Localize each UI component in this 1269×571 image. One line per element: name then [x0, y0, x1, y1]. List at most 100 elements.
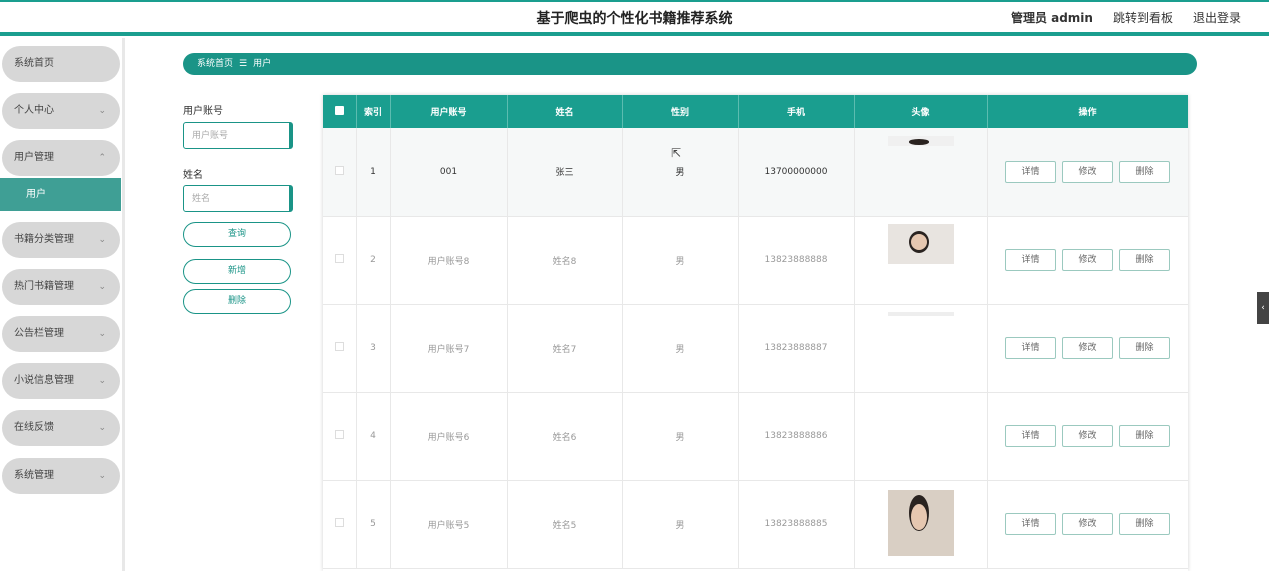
chevron-down-icon: ⌄ [98, 106, 106, 116]
avatar [887, 311, 954, 316]
row-delete-button[interactable]: 删除 [1119, 160, 1170, 183]
avatar-face [911, 233, 928, 250]
row-delete-button[interactable]: 删除 [1119, 425, 1170, 447]
header-account: 用户账号 [390, 95, 508, 128]
cell-actions: 详情 修改 删除 [987, 480, 1188, 569]
checkbox-icon[interactable] [334, 254, 344, 263]
avatar-image [909, 139, 930, 145]
cell-name: 张三 [507, 128, 623, 217]
sidebar: 系统首页 个人中心 ⌄ 用户管理 ⌃ 用户 书籍分类管理 ⌄ 热门书籍管理 ⌄ 公告栏管… [0, 38, 125, 571]
sidebar-item-feedback[interactable]: 在线反馈 ⌄ [2, 410, 120, 446]
row-delete-button[interactable]: 删除 [1119, 249, 1170, 271]
avatar [887, 489, 954, 556]
header-index: 索引 [356, 95, 391, 128]
cell-name: 姓名6 [507, 392, 623, 481]
sidebar-item-home[interactable]: 系统首页 [2, 46, 120, 82]
sidebar-item-book-category[interactable]: 书籍分类管理 ⌄ [2, 222, 120, 258]
chevron-down-icon: ⌄ [98, 329, 106, 339]
query-button[interactable]: 查询 [183, 222, 291, 247]
sidebar-item-system[interactable]: 系统管理 ⌄ [2, 458, 120, 494]
sidebar-item-hot-books[interactable]: 热门书籍管理 ⌄ [2, 269, 120, 305]
cell-actions: 详情 修改 删除 [987, 392, 1188, 481]
cell-gender: 男 [622, 216, 739, 305]
cell-avatar [854, 480, 988, 569]
row-delete-button[interactable]: 删除 [1119, 337, 1170, 359]
checkbox-icon[interactable] [334, 165, 344, 175]
detail-button[interactable]: 详情 [1005, 425, 1056, 447]
sidebar-item-label: 小说信息管理 [14, 375, 74, 386]
logout-link[interactable]: 退出登录 [1193, 9, 1241, 26]
breadcrumb-home[interactable]: 系统首页 [197, 59, 233, 69]
top-bar: 基于爬虫的个性化书籍推荐系统 管理员 admin 跳转到看板 退出登录 [0, 0, 1269, 36]
detail-button[interactable]: 详情 [1005, 513, 1056, 535]
cell-phone: 13823888885 [738, 480, 855, 569]
detail-button[interactable]: 详情 [1005, 337, 1056, 359]
sidebar-item-label: 公告栏管理 [14, 328, 64, 339]
chevron-down-icon: ⌄ [98, 423, 106, 433]
row-delete-button[interactable]: 删除 [1119, 513, 1170, 535]
sidebar-subitem-users[interactable]: 用户 [0, 178, 121, 211]
edit-button[interactable]: 修改 [1062, 160, 1113, 183]
cell-account: 用户账号5 [390, 480, 508, 569]
cell-avatar [854, 392, 988, 481]
breadcrumb-current: 用户 [253, 59, 272, 69]
sidebar-item-announcements[interactable]: 公告栏管理 ⌄ [2, 316, 120, 352]
detail-button[interactable]: 详情 [1005, 249, 1056, 271]
cell-phone: 13823888887 [738, 304, 855, 393]
cell-account: 用户账号6 [390, 392, 508, 481]
collapse-tab-chevron-icon[interactable]: ‹ [1257, 292, 1269, 324]
sidebar-item-label: 书籍分类管理 [14, 234, 74, 245]
admin-label: 管理员 admin [1010, 11, 1093, 25]
cell-index: 1 [356, 128, 391, 217]
table-row: 2 用户账号8 姓名8 男 13823888888 详情 修改 删除 [323, 216, 1188, 305]
account-search-input[interactable] [183, 122, 293, 149]
cell-avatar [854, 128, 988, 217]
checkbox-icon[interactable] [334, 518, 344, 527]
checkbox-icon[interactable] [334, 430, 344, 439]
cell-name: 姓名7 [507, 304, 623, 393]
row-select[interactable] [323, 304, 357, 393]
cell-account: 用户账号8 [390, 216, 508, 305]
name-label: 姓名 [183, 170, 203, 181]
edit-button[interactable]: 修改 [1062, 425, 1113, 447]
detail-button[interactable]: 详情 [1005, 160, 1056, 183]
cell-account: 用户账号7 [390, 304, 508, 393]
sidebar-item-label: 系统管理 [14, 470, 54, 481]
sidebar-item-label: 在线反馈 [14, 422, 54, 433]
checkbox-icon[interactable] [334, 342, 344, 351]
header-gender: 性别 [622, 95, 739, 128]
checkbox-icon[interactable] [334, 105, 344, 115]
row-select[interactable] [323, 216, 357, 305]
cell-gender: 男 [622, 392, 739, 481]
chevron-down-icon: ⌄ [98, 282, 106, 292]
sidebar-item-user-mgmt[interactable]: 用户管理 ⌃ [2, 140, 120, 176]
table-row: 5 用户账号5 姓名5 男 13823888885 详情 修改 删除 [323, 480, 1188, 569]
header-select-all[interactable] [323, 95, 357, 128]
dashboard-link[interactable]: 跳转到看板 [1113, 9, 1173, 26]
add-button[interactable]: 新增 [183, 259, 291, 284]
row-select[interactable] [323, 480, 357, 569]
cell-avatar [854, 216, 988, 305]
cell-avatar [854, 304, 988, 393]
cell-phone: 13823888886 [738, 392, 855, 481]
edit-button[interactable]: 修改 [1062, 337, 1113, 359]
sidebar-item-profile[interactable]: 个人中心 ⌄ [2, 93, 120, 129]
sidebar-item-novel-info[interactable]: 小说信息管理 ⌄ [2, 363, 120, 399]
delete-button[interactable]: 删除 [183, 289, 291, 314]
cell-actions: 详情 修改 删除 [987, 128, 1188, 217]
cell-gender: 男 [622, 128, 739, 217]
row-select[interactable] [323, 128, 357, 217]
edit-button[interactable]: 修改 [1062, 249, 1113, 271]
header-avatar: 头像 [854, 95, 988, 128]
cell-index: 3 [356, 304, 391, 393]
sidebar-item-label: 用户管理 [14, 152, 54, 163]
sidebar-item-label: 系统首页 [14, 58, 54, 69]
name-search-input[interactable] [183, 185, 293, 212]
chevron-down-icon: ⌄ [98, 235, 106, 245]
table-row: 4 用户账号6 姓名6 男 13823888886 详情 修改 删除 [323, 392, 1188, 481]
header-actions: 操作 [987, 95, 1188, 128]
edit-button[interactable]: 修改 [1062, 513, 1113, 535]
cell-phone: 13823888888 [738, 216, 855, 305]
row-select[interactable] [323, 392, 357, 481]
top-links: 管理员 admin 跳转到看板 退出登录 [1011, 9, 1241, 26]
